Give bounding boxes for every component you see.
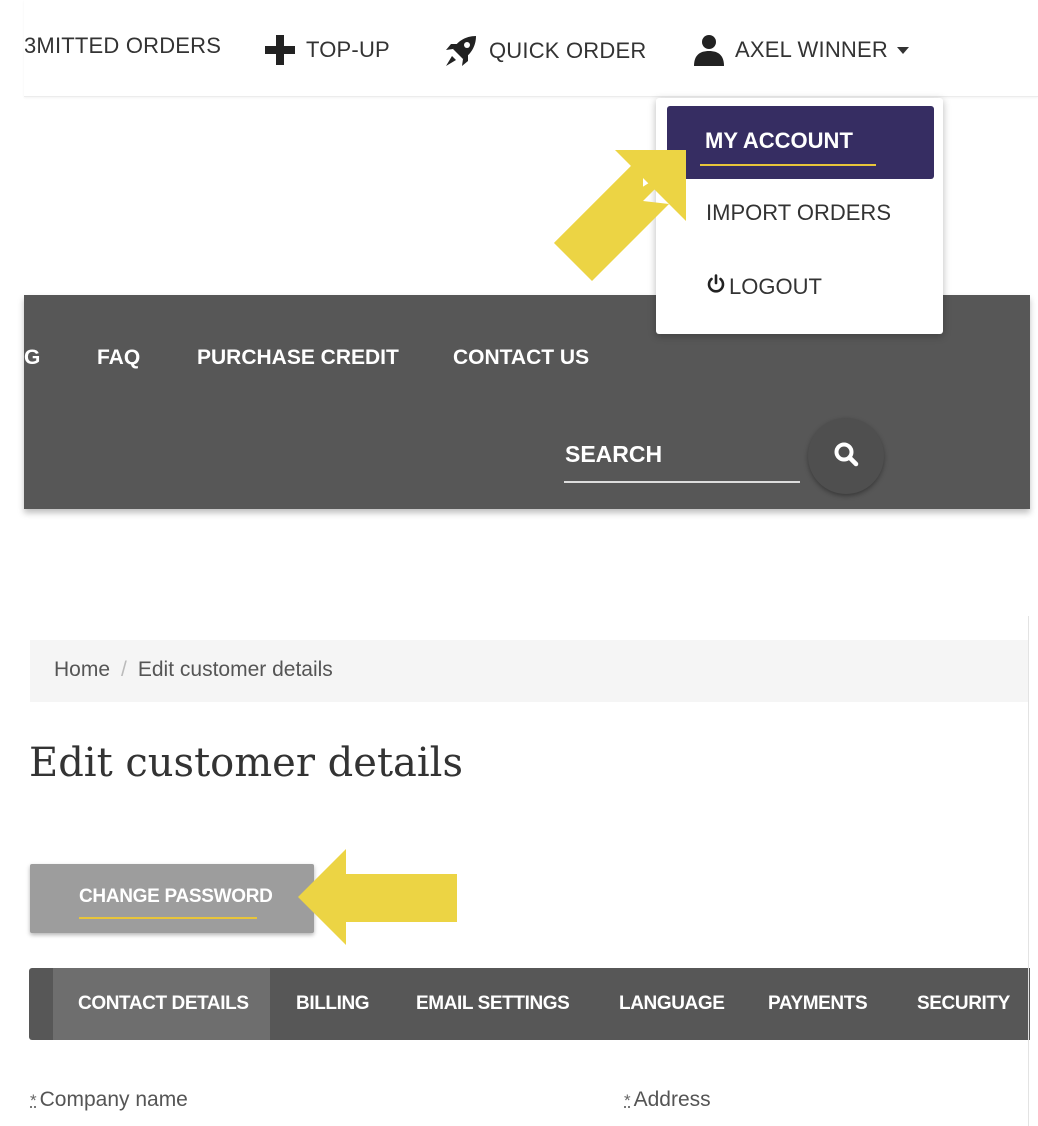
breadcrumb-separator: / [121,658,127,681]
caret-down-icon [896,45,910,55]
user-icon [692,33,726,67]
annotation-arrow-change-password [298,849,457,945]
menu-item-logout[interactable]: LOGOUT [706,274,822,300]
nav-quick-order-label: QUICK ORDER [489,38,647,63]
company-name-label: * Company name [30,1088,188,1112]
power-icon [706,274,726,300]
user-name-label: AXEL WINNER [735,37,888,62]
menu-item-my-account-label: MY ACCOUNT [705,128,853,153]
address-text: Address [633,1088,711,1111]
nav-topup-label: TOP-UP [306,37,390,62]
required-marker: * [30,1091,37,1110]
user-menu-toggle[interactable]: AXEL WINNER [692,33,910,67]
nav-topup[interactable]: TOP-UP [263,33,390,67]
search-input-underline [564,481,800,483]
tab-email-settings[interactable]: EMAIL SETTINGS [416,993,570,1015]
nav-item-purchase-credit[interactable]: PURCHASE CREDIT [197,346,399,370]
tab-billing[interactable]: BILLING [296,993,370,1015]
search-icon [833,441,859,472]
required-marker: * [624,1091,631,1110]
menu-item-logout-label: LOGOUT [729,274,822,299]
active-underline [700,164,876,166]
search-button[interactable] [808,418,884,494]
menu-item-import-orders[interactable]: IMPORT ORDERS [706,200,891,226]
search-input[interactable]: SEARCH [565,441,662,468]
page-title: Edit customer details [29,740,463,786]
breadcrumb-home[interactable]: Home [54,658,110,681]
nav-submitted-orders[interactable]: 3MITTED ORDERS [24,33,221,59]
rocket-icon [443,33,479,69]
nav-item-contact-us[interactable]: CONTACT US [453,346,589,370]
tab-security[interactable]: SECURITY [917,993,1010,1015]
nav-item-faq[interactable]: FAQ [97,346,140,370]
nav-quick-order[interactable]: QUICK ORDER [443,33,646,69]
tab-payments[interactable]: PAYMENTS [768,993,868,1015]
plus-icon [263,33,297,67]
breadcrumb-trail: Home / Edit customer details [54,658,333,682]
breadcrumb-current: Edit customer details [137,658,333,681]
change-password-label: CHANGE PASSWORD [79,886,273,907]
tab-contact-details[interactable]: CONTACT DETAILS [78,993,249,1015]
nav-item-partial[interactable]: G [24,346,40,370]
nav-submitted-orders-label: 3MITTED ORDERS [24,33,222,58]
address-label: * Address [624,1088,711,1112]
content-border [1028,616,1029,1126]
company-name-text: Company name [39,1088,188,1111]
button-underline [79,917,257,919]
annotation-arrow-my-account [554,150,686,281]
tab-language[interactable]: LANGUAGE [619,993,725,1015]
